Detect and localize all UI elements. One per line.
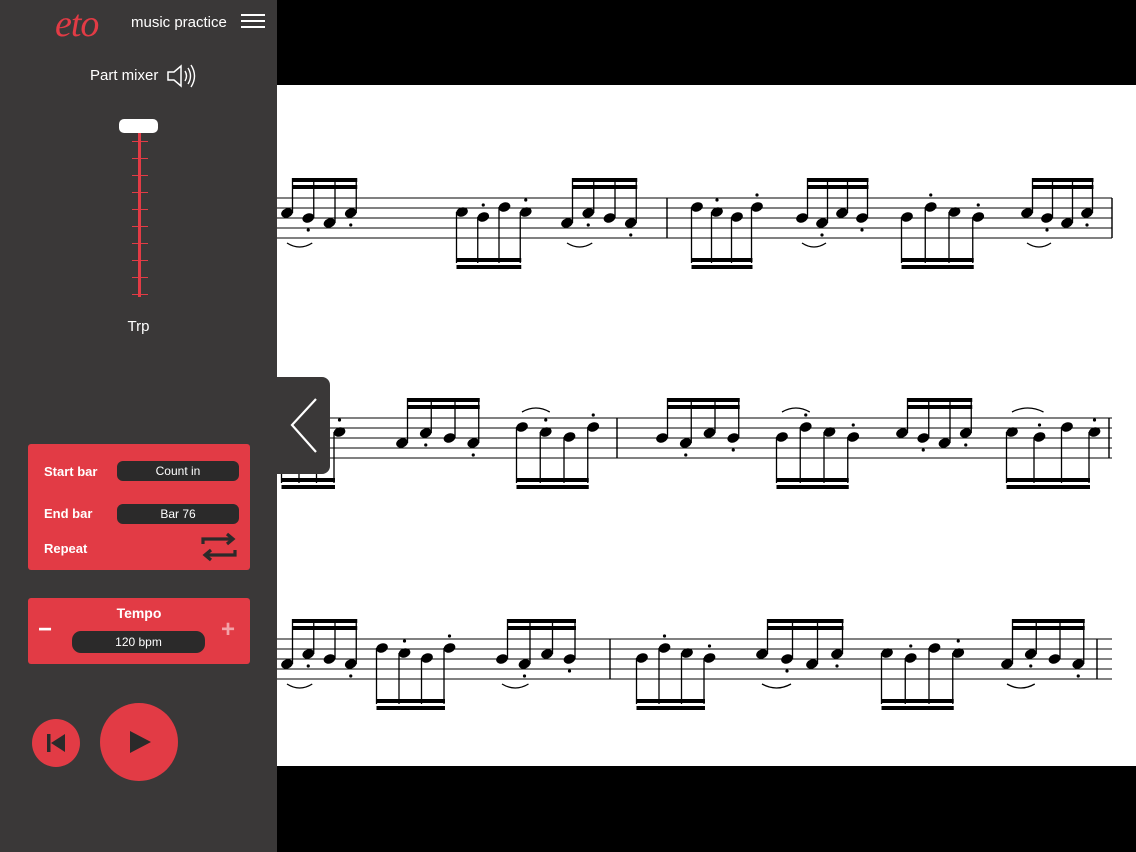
start-bar-label: Start bar xyxy=(44,464,98,479)
skip-back-button[interactable] xyxy=(32,719,80,767)
app-name: music practice xyxy=(131,14,227,31)
chevron-left-icon xyxy=(290,398,317,453)
repeat-label: Repeat xyxy=(44,541,88,556)
tempo-title: Tempo xyxy=(116,605,162,621)
loop-panel: Start bar Count in End bar Bar 76 Repeat xyxy=(28,444,250,570)
score-notation xyxy=(277,178,1113,710)
play-icon xyxy=(130,731,151,753)
part-mixer-label: Part mixer xyxy=(90,67,159,84)
tempo-panel: Tempo − 120 bpm + xyxy=(28,598,250,664)
app-logo: eto xyxy=(55,3,99,45)
skip-back-icon xyxy=(47,734,65,752)
sheet-music[interactable] xyxy=(277,85,1136,766)
play-button[interactable] xyxy=(100,703,178,781)
part-name: Trp xyxy=(127,318,150,335)
end-bar-label: End bar xyxy=(44,506,93,521)
tempo-increase-button[interactable]: + xyxy=(221,618,235,642)
start-bar-select[interactable]: Count in xyxy=(117,461,239,481)
tempo-decrease-button[interactable]: − xyxy=(38,618,52,642)
repeat-icon[interactable] xyxy=(199,531,239,563)
sidebar: eto music practice Part mixer Trp Start … xyxy=(0,0,277,852)
menu-icon[interactable] xyxy=(241,14,265,28)
speaker-icon[interactable] xyxy=(165,62,197,90)
tempo-value[interactable]: 120 bpm xyxy=(72,631,205,653)
collapse-sidebar-button[interactable] xyxy=(277,377,330,474)
fader-ticks xyxy=(132,123,148,297)
fader-knob[interactable] xyxy=(119,119,158,133)
volume-fader[interactable] xyxy=(118,115,162,300)
end-bar-select[interactable]: Bar 76 xyxy=(117,504,239,524)
